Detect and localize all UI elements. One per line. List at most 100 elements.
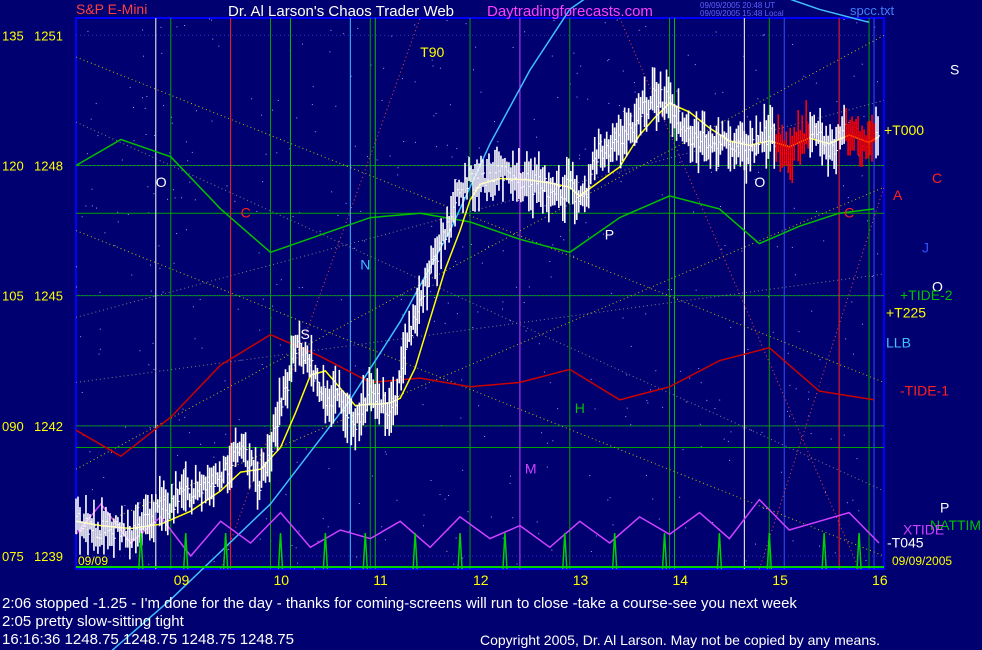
star-dot xyxy=(714,407,716,409)
star-dot xyxy=(149,264,151,266)
star-dot xyxy=(609,497,611,499)
y-tick-label-right: 1245 xyxy=(34,289,63,304)
star-dot xyxy=(590,378,592,380)
star-dot xyxy=(86,153,88,155)
star-dot xyxy=(851,301,853,303)
star-dot xyxy=(546,466,548,468)
star-dot xyxy=(446,550,448,552)
x-tick-label: 15 xyxy=(772,572,788,588)
star-dot xyxy=(199,298,201,300)
star-dot xyxy=(689,377,691,379)
star-dot xyxy=(124,426,126,428)
copyright-notice: Copyright 2005, Dr. Al Larson. May not b… xyxy=(480,632,881,648)
star-dot xyxy=(631,115,633,117)
y-tick-label-left: 120 xyxy=(2,159,24,174)
right-edge-label: P xyxy=(940,500,949,516)
star-dot xyxy=(357,28,359,30)
star-dot xyxy=(467,156,469,158)
star-dot xyxy=(436,146,438,148)
star-dot xyxy=(213,456,215,458)
star-dot xyxy=(803,75,805,77)
star-dot xyxy=(184,25,186,27)
star-dot xyxy=(819,359,821,361)
star-dot xyxy=(97,135,99,137)
star-dot xyxy=(650,389,652,391)
star-dot xyxy=(194,338,196,340)
star-dot xyxy=(305,448,307,450)
star-dot xyxy=(584,148,586,150)
star-dot xyxy=(853,75,855,77)
star-dot xyxy=(371,475,373,477)
right-edge-label: +T000 xyxy=(884,122,924,138)
star-dot xyxy=(625,416,627,418)
star-dot xyxy=(448,495,450,497)
star-dot xyxy=(104,232,106,234)
star-dot xyxy=(662,406,664,408)
star-dot xyxy=(139,502,141,504)
star-dot xyxy=(762,35,764,37)
star-dot xyxy=(431,225,433,227)
star-dot xyxy=(453,563,455,565)
star-dot xyxy=(523,302,525,304)
star-dot xyxy=(808,398,810,400)
star-dot xyxy=(110,451,112,453)
right-edge-label: J xyxy=(922,239,929,255)
star-dot xyxy=(876,81,878,83)
star-dot xyxy=(301,43,303,45)
star-dot xyxy=(793,207,795,209)
y-tick-label-left: 090 xyxy=(2,419,24,434)
star-dot xyxy=(132,106,134,108)
star-dot xyxy=(608,102,610,104)
star-dot xyxy=(237,308,239,310)
chaos-trader-chart: T90OCNSPHMOCSCAJO+TIDE-2+T225LLB-TIDE-1P… xyxy=(0,0,982,650)
star-dot xyxy=(487,245,489,247)
star-dot xyxy=(297,562,299,564)
star-dot xyxy=(240,359,242,361)
star-dot xyxy=(866,220,868,222)
star-dot xyxy=(356,556,358,558)
star-dot xyxy=(717,168,719,170)
star-dot xyxy=(312,86,314,88)
star-dot xyxy=(618,172,620,174)
star-dot xyxy=(146,95,148,97)
star-dot xyxy=(99,328,101,330)
star-dot xyxy=(685,401,687,403)
star-dot xyxy=(502,308,504,310)
star-dot xyxy=(858,510,860,512)
title-main: Dr. Al Larson's Chaos Trader Web xyxy=(228,3,454,20)
star-dot xyxy=(576,96,578,98)
star-dot xyxy=(228,548,230,550)
star-dot xyxy=(98,353,100,355)
star-dot xyxy=(153,193,155,195)
star-dot xyxy=(510,320,512,322)
star-dot xyxy=(400,298,402,300)
star-dot xyxy=(461,379,463,381)
star-dot xyxy=(397,174,399,176)
star-dot xyxy=(153,368,155,370)
star-dot xyxy=(226,185,228,187)
star-dot xyxy=(381,99,383,101)
star-dot xyxy=(133,140,135,142)
star-dot xyxy=(345,202,347,204)
right-edge-label: C xyxy=(932,170,942,186)
star-dot xyxy=(174,197,176,199)
star-dot xyxy=(430,291,432,293)
star-dot xyxy=(185,229,187,231)
star-dot xyxy=(687,54,689,56)
star-dot xyxy=(444,498,446,500)
star-dot xyxy=(85,205,87,207)
star-dot xyxy=(467,511,469,513)
star-dot xyxy=(715,31,717,33)
star-dot xyxy=(724,245,726,247)
star-dot xyxy=(131,274,133,276)
star-dot xyxy=(750,429,752,431)
star-dot xyxy=(667,289,669,291)
star-dot xyxy=(171,122,173,124)
star-dot xyxy=(741,250,743,252)
star-dot xyxy=(291,544,293,546)
cycle-letter: H xyxy=(575,400,585,416)
star-dot xyxy=(730,431,732,433)
star-dot xyxy=(348,530,350,532)
star-dot xyxy=(853,353,855,355)
star-dot xyxy=(367,156,369,158)
